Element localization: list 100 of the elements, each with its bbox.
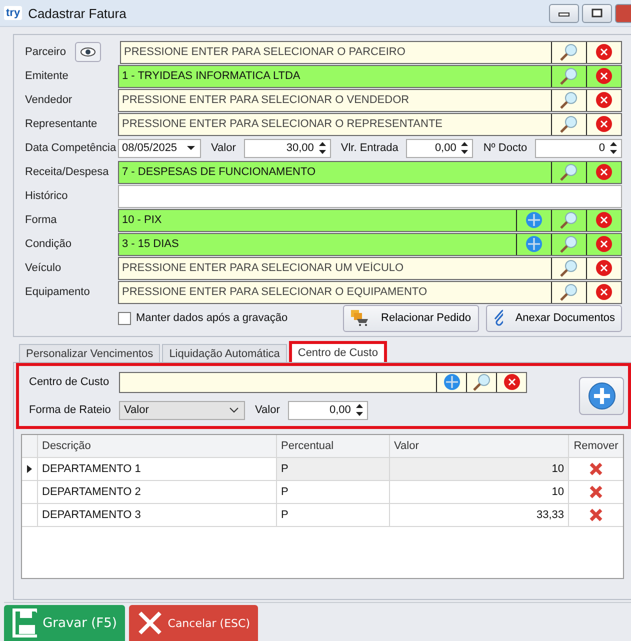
search-icon: [559, 67, 579, 85]
table-cell: P: [277, 481, 390, 503]
row-pointer-icon: [27, 465, 32, 473]
number-field[interactable]: 0,00: [406, 138, 474, 158]
field-label: Veículo: [25, 262, 62, 274]
spinner-icon: [609, 140, 618, 156]
spinner-icon: [460, 140, 470, 156]
lookup-input[interactable]: PRESSIONE ENTER PARA SELECIONAR O REPRESENTANTE: [119, 114, 551, 134]
cart-icon: [351, 310, 370, 326]
cancel-button[interactable]: Cancelar (ESC): [129, 605, 258, 641]
lookup-input[interactable]: PRESSIONE ENTER PARA SELECIONAR O PARCEIRO: [121, 42, 551, 62]
plus-icon: [442, 373, 460, 391]
column-header: Percentual: [277, 435, 390, 457]
tab[interactable]: Liquidação Automática: [162, 344, 287, 362]
relate-order-button[interactable]: Relacionar Pedido: [343, 304, 479, 332]
remove-icon[interactable]: [589, 508, 603, 522]
close-icon: [595, 211, 613, 229]
maximize-icon: [591, 8, 603, 18]
paperclip-icon: [493, 309, 504, 327]
number-field[interactable]: 30,00: [244, 138, 331, 158]
table-cell: 10: [390, 481, 569, 503]
lookup-field[interactable]: PRESSIONE ENTER PARA SELECIONAR O PARCEIRO: [120, 40, 622, 64]
keep-data-checkbox[interactable]: Manter dados após a gravação: [118, 312, 343, 324]
table-cell: 33,33: [390, 504, 569, 526]
cost-center-field[interactable]: [119, 372, 527, 392]
tab[interactable]: Centro de Custo: [288, 341, 387, 362]
lookup-field[interactable]: PRESSIONE ENTER PARA SELECIONAR O EQUIPAMENTO: [118, 280, 622, 304]
apportion-dropdown[interactable]: Valor: [119, 400, 245, 420]
field-label: Receita/Despesa: [25, 166, 110, 178]
field-label: Vendedor: [25, 94, 74, 106]
spinner-icon: [354, 402, 364, 418]
lookup-field[interactable]: 1 - TRYIDEAS INFORMATICA LTDA: [118, 64, 622, 88]
field-label: Valor: [255, 404, 280, 416]
search-icon: [472, 373, 492, 391]
field-label: Centro de Custo: [29, 376, 110, 388]
lookup-input[interactable]: PRESSIONE ENTER PARA SELECIONAR O EQUIPAMENTO: [119, 282, 551, 302]
number-field[interactable]: 0: [535, 138, 622, 158]
search-icon: [559, 115, 579, 133]
maximize-button[interactable]: [582, 4, 612, 22]
app-logo: try: [4, 6, 22, 20]
plus-icon: [588, 382, 616, 410]
table-cell: DEPARTAMENTO 3: [38, 504, 277, 526]
lookup-field[interactable]: PRESSIONE ENTER PARA SELECIONAR O REPRESENTANTE: [118, 112, 622, 136]
eye-icon: [80, 47, 96, 57]
lookup-field[interactable]: 3 - 15 DIAS: [118, 232, 622, 256]
view-button[interactable]: [75, 42, 101, 62]
minimize-button[interactable]: [549, 4, 579, 22]
lookup-field[interactable]: 7 - DESPESAS DE FUNCIONAMENTO: [118, 160, 622, 184]
field-label: Equipamento: [25, 286, 91, 298]
column-header: Descrição: [38, 435, 277, 457]
lookup-input[interactable]: 3 - 15 DIAS: [119, 234, 516, 254]
search-icon: [559, 43, 579, 61]
close-icon: [595, 91, 613, 109]
search-icon: [559, 235, 579, 253]
close-icon: [595, 43, 613, 61]
field-label: Forma de Rateio: [29, 404, 112, 416]
table-cell: P: [277, 504, 390, 526]
spinner-icon: [318, 140, 327, 156]
lookup-input[interactable]: 10 - PIX: [119, 210, 516, 230]
close-icon: [595, 259, 613, 277]
field-label: Forma: [25, 214, 58, 226]
close-icon: [595, 67, 613, 85]
search-icon: [559, 259, 579, 277]
date-picker[interactable]: 08/05/2025: [118, 138, 201, 158]
plus-icon: [525, 211, 543, 229]
text-field[interactable]: [118, 184, 622, 208]
attach-button[interactable]: Anexar Documentos: [486, 304, 622, 332]
lookup-input[interactable]: 7 - DESPESAS DE FUNCIONAMENTO: [119, 162, 551, 182]
close-icon: [595, 115, 613, 133]
lookup-field[interactable]: PRESSIONE ENTER PARA SELECIONAR O VENDEDOR: [118, 88, 622, 112]
window-title: Cadastrar Fatura: [28, 6, 128, 20]
search-icon: [559, 283, 579, 301]
field-label: Vlr. Entrada: [340, 142, 398, 154]
column-header: Remover: [572, 439, 620, 454]
close-icon: [502, 373, 520, 391]
field-label: Histórico: [25, 190, 69, 202]
column-header: Valor: [390, 435, 569, 457]
lookup-field[interactable]: 10 - PIX: [118, 208, 622, 232]
close-icon: [595, 235, 613, 253]
lookup-input[interactable]: PRESSIONE ENTER PARA SELECIONAR O VENDEDOR: [119, 90, 551, 110]
field-label: Data Competência: [25, 142, 118, 154]
close-icon: [137, 610, 162, 636]
remove-icon[interactable]: [589, 462, 603, 476]
field-label: Nº Docto: [483, 142, 528, 154]
search-icon: [559, 91, 579, 109]
field-label: Condição: [25, 238, 72, 250]
table-cell: 10: [390, 458, 569, 480]
field-label: Parceiro: [25, 46, 67, 58]
number-field[interactable]: 0,00: [288, 400, 368, 420]
tab[interactable]: Personalizar Vencimentos: [19, 344, 160, 362]
close-icon: [595, 283, 613, 301]
remove-icon[interactable]: [589, 485, 603, 499]
table-cell: P: [277, 458, 390, 480]
save-icon: [12, 608, 37, 638]
plus-icon: [525, 235, 543, 253]
field-label: Emitente: [25, 70, 70, 82]
lookup-input[interactable]: 1 - TRYIDEAS INFORMATICA LTDA: [119, 66, 551, 86]
close-icon: [595, 163, 613, 181]
search-icon: [559, 163, 579, 181]
field-label: Representante: [25, 118, 98, 130]
